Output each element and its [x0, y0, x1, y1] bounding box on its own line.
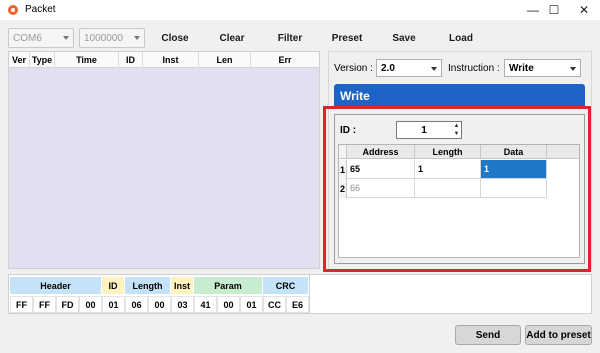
chevron-down-icon [134, 36, 140, 40]
column-type[interactable]: Type [30, 52, 55, 68]
column-ver[interactable]: Ver [9, 52, 30, 68]
group-inst: Inst [171, 277, 194, 294]
packet-list[interactable]: Ver Type Time ID Inst Len Err [8, 51, 320, 269]
column-len[interactable]: Len [199, 52, 251, 68]
byte-cell: 01 [240, 296, 263, 313]
clear-button[interactable]: Clear [212, 30, 252, 46]
preset-button[interactable]: Preset [327, 30, 367, 46]
byte-cell: CC [263, 296, 286, 313]
version-select[interactable]: 2.0 [376, 59, 442, 77]
byte-cell: 06 [125, 296, 148, 313]
close-port-button[interactable]: Close [155, 30, 195, 46]
close-window-button[interactable]: ✕ [571, 0, 597, 20]
window-title: Packet [25, 4, 56, 15]
port-select[interactable]: COM6 [8, 28, 74, 48]
send-button[interactable]: Send [455, 325, 521, 345]
byte-cell: FD [56, 296, 79, 313]
chevron-down-icon [63, 36, 69, 40]
group-header: Header [10, 277, 102, 294]
column-time[interactable]: Time [55, 52, 119, 68]
add-to-preset-button[interactable]: Add to preset [525, 325, 592, 345]
save-button[interactable]: Save [384, 30, 424, 46]
chevron-down-icon [570, 67, 576, 71]
chevron-down-icon [431, 67, 437, 71]
byte-cell: FF [10, 296, 33, 313]
group-id: ID [102, 277, 125, 294]
baud-select[interactable]: 1000000 [79, 28, 145, 48]
port-value: COM6 [13, 32, 42, 44]
byte-cell: 01 [102, 296, 125, 313]
instruction-value: Write [509, 62, 534, 74]
group-length: Length [125, 277, 171, 294]
version-value: 2.0 [381, 62, 395, 74]
packet-list-header: Ver Type Time ID Inst Len Err [9, 52, 319, 68]
instruction-label: Instruction : [448, 63, 500, 74]
highlight-box [323, 106, 591, 272]
byte-cell: 03 [171, 296, 194, 313]
version-label: Version : [334, 63, 373, 74]
byte-cell: 41 [194, 296, 217, 313]
load-button[interactable]: Load [441, 30, 481, 46]
group-param: Param [194, 277, 263, 294]
byte-cell: E6 [286, 296, 309, 313]
title-bar [0, 0, 600, 20]
write-panel-title: Write [334, 84, 585, 108]
baud-value: 1000000 [84, 32, 123, 44]
app-logo-icon [8, 5, 18, 15]
column-inst[interactable]: Inst [143, 52, 199, 68]
column-id[interactable]: ID [119, 52, 143, 68]
filter-button[interactable]: Filter [270, 30, 310, 46]
byte-cell: 00 [148, 296, 171, 313]
packet-bytes-filler [310, 274, 592, 314]
byte-cell: FF [33, 296, 56, 313]
column-err[interactable]: Err [251, 52, 319, 68]
instruction-select[interactable]: Write [504, 59, 581, 77]
group-crc: CRC [263, 277, 309, 294]
byte-cell: 00 [217, 296, 240, 313]
byte-cell: 00 [79, 296, 102, 313]
maximize-button[interactable]: ☐ [541, 0, 567, 20]
packet-bytes-table: Header ID Length Inst Param CRC FF FF FD… [8, 274, 310, 314]
